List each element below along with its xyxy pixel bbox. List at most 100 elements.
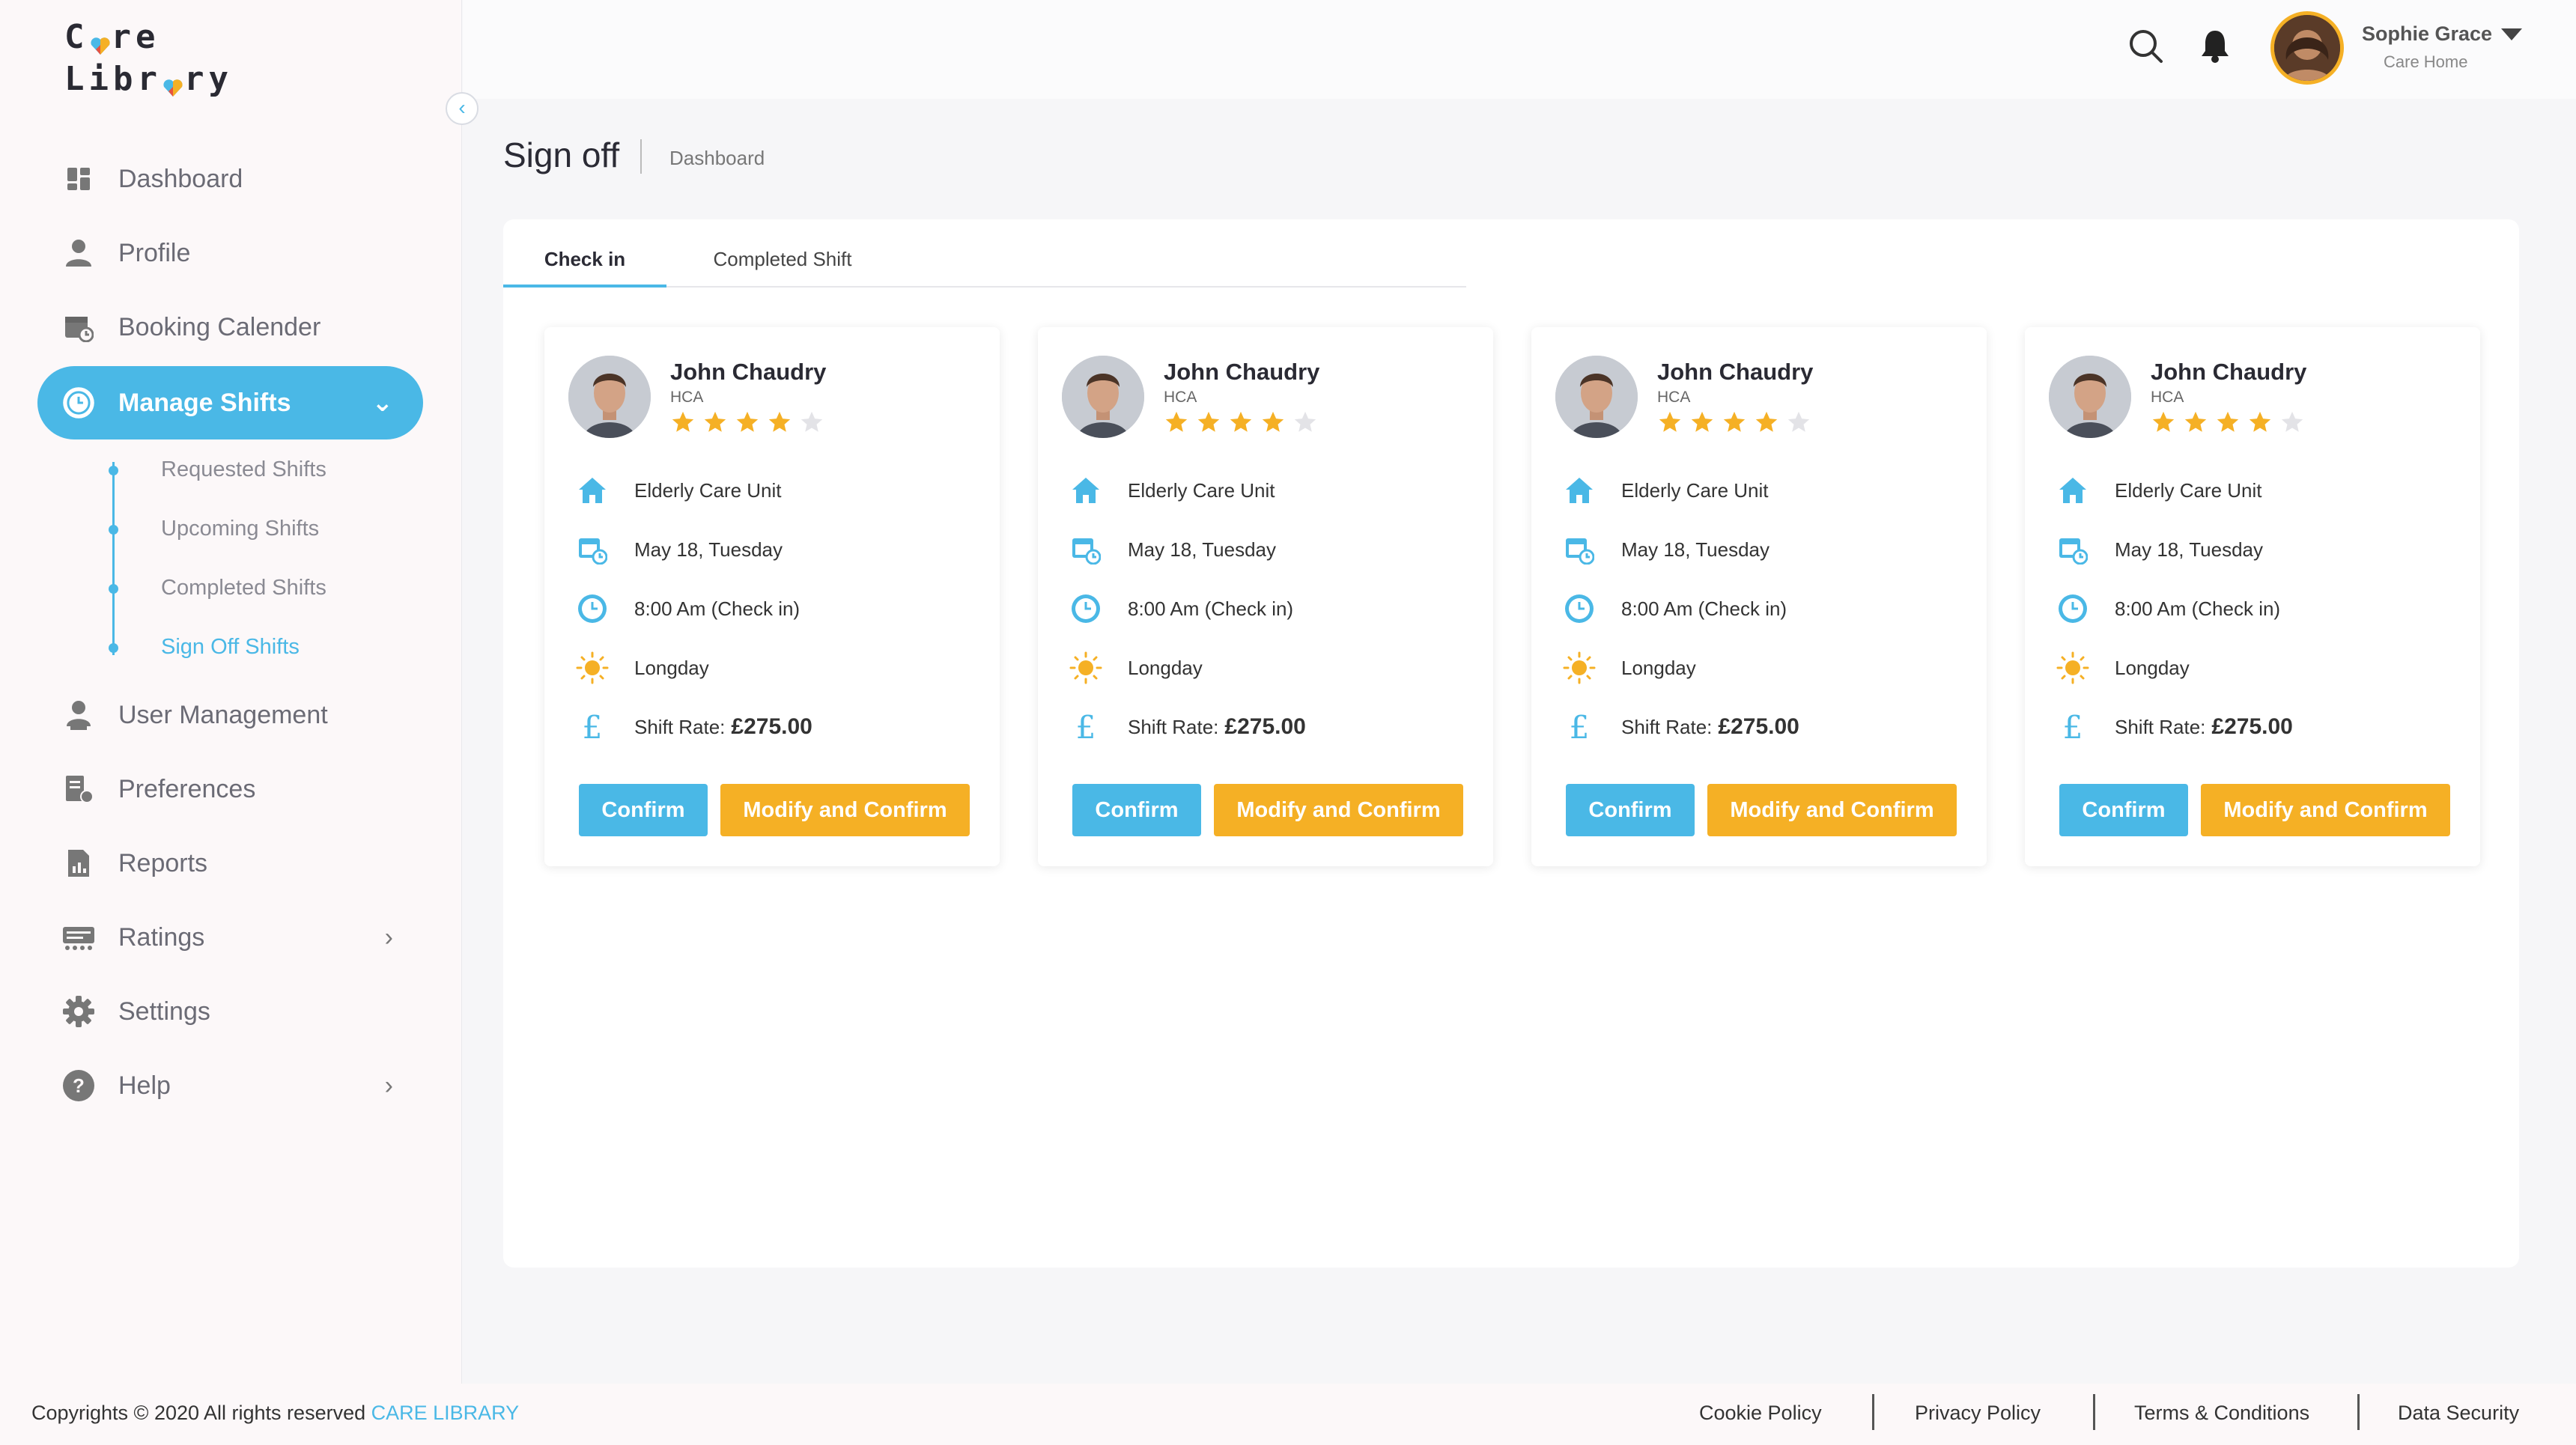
sidebar-item-label: Help [118, 1071, 171, 1100]
sidebar-item-manage-shifts[interactable]: Manage Shifts ⌄ [37, 366, 423, 439]
breadcrumb[interactable]: Dashboard [669, 147, 765, 170]
shift-time: 8:00 Am (Check in) [1621, 597, 1787, 620]
logo-line-1: Cre [64, 18, 160, 56]
modify-and-confirm-button[interactable]: Modify and Confirm [1214, 784, 1463, 836]
pound-icon: £ [1563, 711, 1596, 743]
calendar-clock-icon [1069, 533, 1102, 566]
rate-label: Shift Rate: [2115, 715, 2206, 738]
shift-card: John Chaudry HCA Elderly Care Unit May 1… [2025, 327, 2480, 866]
confirm-button[interactable]: Confirm [1072, 784, 1201, 836]
tab-completed-shift[interactable]: Completed Shift [666, 232, 899, 288]
shift-type: Longday [1621, 656, 1696, 679]
date-row: May 18, Tuesday [1563, 533, 1770, 566]
rating-stars [1657, 410, 1811, 435]
rate-row: £ Shift Rate: £275.00 [576, 711, 812, 743]
sidebar-item-reports[interactable]: Reports [37, 827, 423, 900]
rating-stars [1164, 410, 1318, 435]
svg-text:£: £ [1076, 711, 1096, 743]
modify-and-confirm-button[interactable]: Modify and Confirm [2201, 784, 2450, 836]
shift-card: John Chaudry HCA Elderly Care Unit May 1… [1038, 327, 1493, 866]
time-row: 8:00 Am (Check in) [1563, 592, 1787, 625]
star-icon [801, 411, 823, 432]
sidebar-item-ratings[interactable]: Ratings › [37, 901, 423, 974]
submenu-item-upcoming-shifts[interactable]: Upcoming Shifts [161, 517, 319, 541]
date-row: May 18, Tuesday [1069, 533, 1276, 566]
worker-role: HCA [1164, 389, 1197, 406]
submenu-item-requested-shifts[interactable]: Requested Shifts [161, 457, 326, 482]
unit-name: Elderly Care Unit [2115, 478, 2262, 502]
star-icon [768, 411, 791, 432]
footer-divider [2093, 1394, 2095, 1430]
rating-stars [2151, 410, 2305, 435]
tab-check-in[interactable]: Check in [503, 232, 666, 288]
star-icon [1787, 411, 1810, 432]
rate-label: Shift Rate: [634, 715, 726, 738]
sidebar-item-label: User Management [118, 700, 328, 729]
worker-name: John Chaudry [670, 359, 827, 385]
care-library-logo[interactable]: Cre Libr ry [64, 16, 233, 100]
chevron-down-icon[interactable]: ⌄ [372, 388, 394, 418]
shift-type: Longday [634, 656, 709, 679]
submenu-item-sign-off-shifts[interactable]: Sign Off Shifts [161, 635, 300, 660]
bell-icon[interactable] [2200, 28, 2230, 67]
sidebar-item-profile[interactable]: Profile [37, 216, 423, 290]
worker-name: John Chaudry [1657, 359, 1814, 385]
chevron-right-icon[interactable]: › [385, 923, 393, 952]
confirm-button[interactable]: Confirm [2059, 784, 2188, 836]
user-name[interactable]: Sophie Grace [2362, 22, 2492, 46]
shift-card: John Chaudry HCA Elderly Care Unit May 1… [544, 327, 1000, 866]
unit-name: Elderly Care Unit [1621, 478, 1769, 502]
ratings-icon [61, 920, 96, 955]
sidebar-item-dashboard[interactable]: Dashboard [37, 142, 423, 216]
worker-role: HCA [2151, 389, 2184, 406]
rate-label: Shift Rate: [1128, 715, 1219, 738]
clock-icon [576, 592, 609, 625]
collapse-sidebar-button[interactable]: ‹ [446, 92, 479, 125]
shift-time: 8:00 Am (Check in) [634, 597, 801, 620]
sidebar-item-preferences[interactable]: Preferences [37, 752, 423, 826]
shift-date: May 18, Tuesday [2115, 538, 2263, 561]
footer-brand-link[interactable]: CARE LIBRARY [371, 1402, 520, 1424]
star-icon [2184, 411, 2207, 432]
terms-conditions-link[interactable]: Terms & Conditions [2134, 1402, 2309, 1425]
star-icon [704, 411, 726, 432]
data-security-link[interactable]: Data Security [2398, 1402, 2519, 1425]
confirm-button[interactable]: Confirm [579, 784, 708, 836]
sidebar-item-help[interactable]: ? Help › [37, 1049, 423, 1122]
sidebar-item-user-management[interactable]: User Management [37, 678, 423, 752]
unit-row: Elderly Care Unit [1563, 474, 1769, 507]
top-bar [463, 0, 2576, 99]
privacy-policy-link[interactable]: Privacy Policy [1915, 1402, 2041, 1425]
caret-down-icon[interactable] [2501, 28, 2522, 40]
sidebar: Cre Libr ry Dashboard Profile Booking Cal… [0, 0, 462, 1384]
star-icon [1197, 411, 1220, 432]
modify-and-confirm-button[interactable]: Modify and Confirm [720, 784, 970, 836]
pound-icon: £ [2056, 711, 2089, 743]
sidebar-item-settings[interactable]: Settings [37, 975, 423, 1048]
user-avatar[interactable] [2270, 11, 2344, 85]
tab-bar: Check in Completed Shift [503, 232, 1466, 288]
worker-role: HCA [1657, 389, 1691, 406]
home-icon [2056, 474, 2089, 507]
search-icon[interactable] [2128, 28, 2164, 68]
clock-icon [1069, 592, 1102, 625]
star-icon [2249, 411, 2271, 432]
cookie-policy-link[interactable]: Cookie Policy [1699, 1402, 1822, 1425]
star-icon [736, 411, 759, 432]
shift-type: Longday [1128, 656, 1203, 679]
confirm-button[interactable]: Confirm [1566, 784, 1695, 836]
star-icon [1691, 411, 1713, 432]
calendar-clock-icon [1563, 533, 1596, 566]
submenu-dot [109, 584, 118, 594]
title-divider [640, 139, 642, 174]
star-icon [2281, 411, 2303, 432]
chevron-right-icon[interactable]: › [385, 1071, 393, 1101]
modify-and-confirm-button[interactable]: Modify and Confirm [1707, 784, 1957, 836]
submenu-dot [109, 643, 118, 653]
sidebar-item-booking-calender[interactable]: Booking Calender [37, 290, 423, 364]
time-row: 8:00 Am (Check in) [2056, 592, 2280, 625]
star-icon [2217, 411, 2239, 432]
star-icon [1262, 411, 1284, 432]
submenu-item-completed-shifts[interactable]: Completed Shifts [161, 576, 326, 600]
shift-type-row: Longday [1563, 651, 1696, 684]
